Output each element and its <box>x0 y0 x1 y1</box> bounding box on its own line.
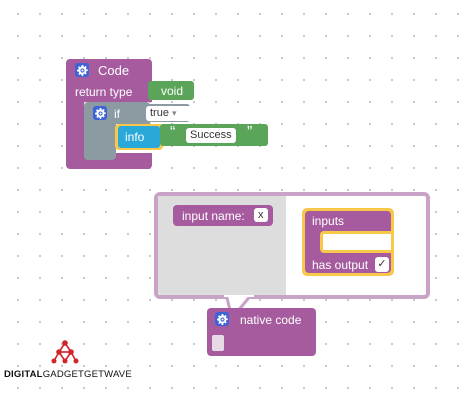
code-block-arm <box>66 100 84 160</box>
logo-text: DIGITALGADGETGETWAVE <box>4 369 132 380</box>
has-output-check: ✓ <box>377 258 387 270</box>
logo-icon <box>51 340 79 364</box>
input-name-close: x <box>258 209 264 221</box>
dropdown-arrow-icon: ▾ <box>172 108 177 118</box>
string-value: Success <box>190 129 232 141</box>
native-code-input[interactable] <box>212 335 224 351</box>
return-type-value: void <box>161 84 184 98</box>
return-type-label: return type <box>75 85 133 99</box>
true-dropdown-value: true <box>150 107 169 119</box>
inputs-label: inputs <box>312 214 345 228</box>
true-dropdown[interactable]: true ▾ <box>146 106 194 121</box>
if-gear-icon[interactable] <box>93 106 107 120</box>
logo-text-regular: GADGETGETWAVE <box>42 369 132 380</box>
close-quote: ” <box>247 124 253 141</box>
native-code-label: native code <box>240 313 302 327</box>
string-value-field[interactable]: Success <box>186 128 236 143</box>
has-output-label: has output <box>312 258 369 272</box>
info-label: info <box>125 130 145 144</box>
inputs-slot <box>320 231 391 253</box>
gear-icon[interactable] <box>75 63 89 77</box>
code-block-title: Code <box>98 63 130 78</box>
native-gear-icon[interactable] <box>215 312 229 326</box>
logo-text-bold: DIGITAL <box>4 369 43 380</box>
if-block-arm <box>84 122 116 160</box>
input-name-label: input name: <box>182 209 245 223</box>
open-quote: “ <box>170 124 176 141</box>
close-icon[interactable]: x <box>254 208 268 222</box>
if-label: if <box>114 107 120 121</box>
checkbox-icon[interactable]: ✓ <box>375 257 389 272</box>
